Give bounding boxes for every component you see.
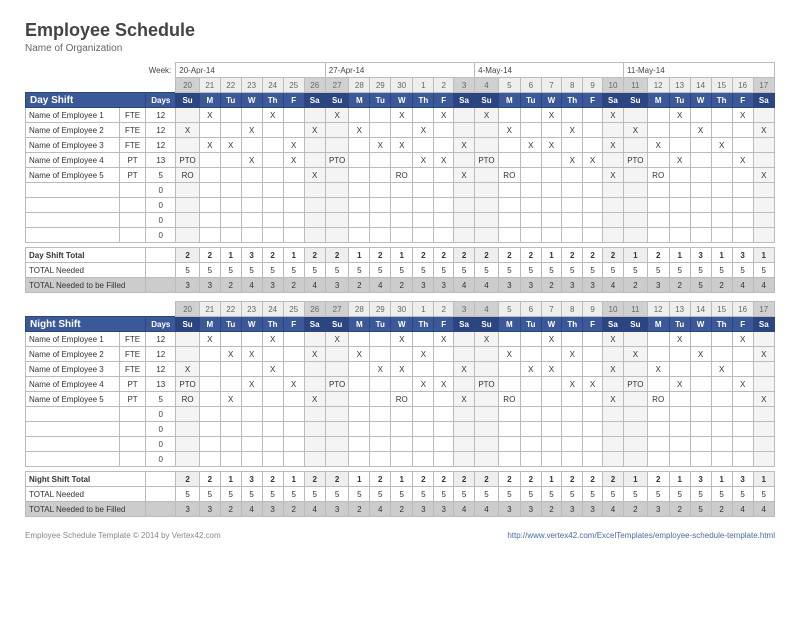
org-subtitle: Name of Organization	[25, 43, 775, 54]
footer-left: Employee Schedule Template © 2014 by Ver…	[25, 531, 221, 540]
footer-right[interactable]: http://www.vertex42.com/ExcelTemplates/e…	[507, 531, 775, 540]
schedule-table: Week:20-Apr-1427-Apr-144-May-1411-May-14…	[25, 62, 775, 517]
footer: Employee Schedule Template © 2014 by Ver…	[25, 531, 775, 540]
page-title: Employee Schedule	[25, 20, 775, 41]
